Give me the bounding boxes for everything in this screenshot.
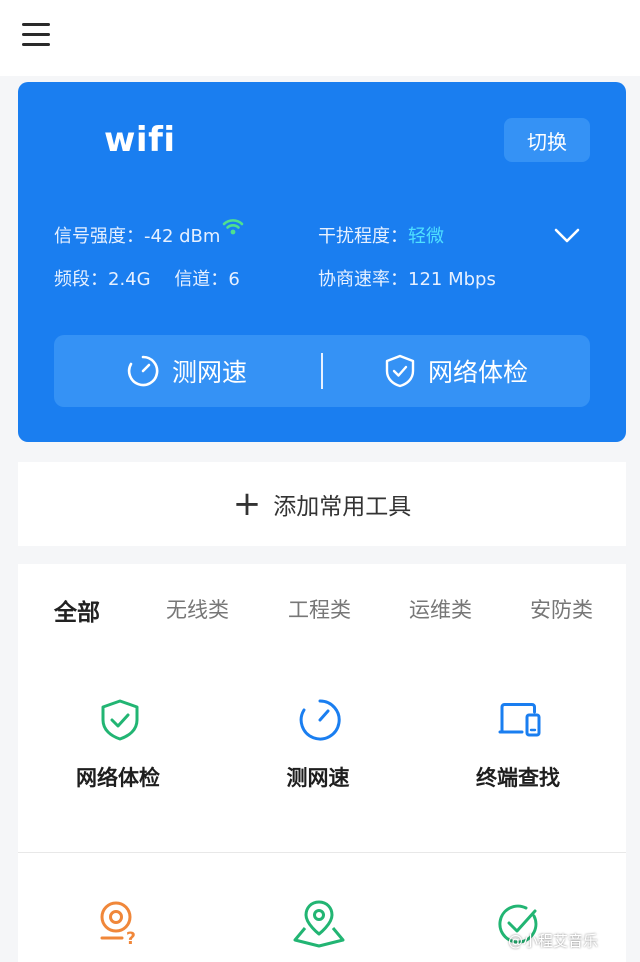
tab-all[interactable]: 全部 [54, 593, 100, 627]
plus-icon: + [232, 484, 262, 524]
devices-icon [498, 703, 541, 737]
chevron-down-icon[interactable] [552, 222, 582, 248]
speed-test-button[interactable]: 测网速 [126, 335, 247, 407]
tool-label: 终端查找 [476, 766, 560, 790]
band-label: 频段： [54, 269, 108, 290]
wifi-signal-icon [223, 219, 244, 235]
svg-text:?: ? [126, 929, 136, 946]
speed-test-label: 测网速 [172, 358, 248, 387]
wifi-card: wifi 切换 信号强度：-42 dBm 干扰程度：轻微 频段：2.4G 信道：… [18, 82, 626, 442]
negotiated-rate: 协商速率：121 Mbps [318, 265, 496, 291]
network-check-label: 网络体检 [428, 358, 529, 387]
rate-value: 121 Mbps [408, 269, 496, 290]
interference-label: 干扰程度： [318, 226, 408, 247]
speedometer-icon [299, 699, 341, 741]
camera-question-icon[interactable]: ? [96, 900, 140, 946]
tab-operations[interactable]: 运维类 [409, 594, 472, 624]
tab-security[interactable]: 安防类 [530, 594, 593, 624]
tools-panel: 全部 无线类 工程类 运维类 安防类 网络体检 测网速 终端查找 ? [18, 564, 626, 962]
interference-value: 轻微 [408, 226, 444, 247]
top-bar [0, 0, 640, 76]
action-divider [321, 353, 323, 389]
channel-label: 信道： [174, 269, 229, 290]
add-common-tools-label: 添加常用工具 [273, 494, 412, 520]
band-value: 2.4G [108, 269, 151, 290]
tool-label: 测网速 [286, 766, 350, 790]
band-channel: 频段：2.4G 信道：6 [54, 265, 240, 291]
switch-network-button[interactable]: 切换 [504, 118, 590, 162]
speedometer-icon [127, 355, 159, 387]
tool-label: 网络体检 [76, 766, 160, 790]
signal-strength-label: 信号强度： [54, 226, 144, 247]
signal-strength-value: -42 dBm [144, 226, 221, 247]
row-divider [18, 852, 626, 853]
menu-icon[interactable] [20, 20, 52, 50]
interference-level: 干扰程度：轻微 [318, 222, 444, 248]
quick-action-bar: 测网速 网络体检 [54, 335, 590, 407]
channel-value: 6 [228, 269, 240, 290]
watermark-text: @小程艾音乐 [508, 932, 599, 950]
wifi-ssid: wifi [104, 120, 176, 160]
add-common-tools-button[interactable]: + 添加常用工具 [18, 462, 626, 546]
tab-engineering[interactable]: 工程类 [288, 594, 351, 624]
location-map-icon[interactable] [292, 898, 346, 948]
tab-wireless[interactable]: 无线类 [166, 594, 229, 624]
network-check-button[interactable]: 网络体检 [384, 335, 528, 407]
shield-check-icon [385, 354, 415, 388]
signal-strength: 信号强度：-42 dBm [54, 219, 244, 248]
rate-label: 协商速率： [318, 269, 408, 290]
shield-check-icon [101, 699, 139, 741]
